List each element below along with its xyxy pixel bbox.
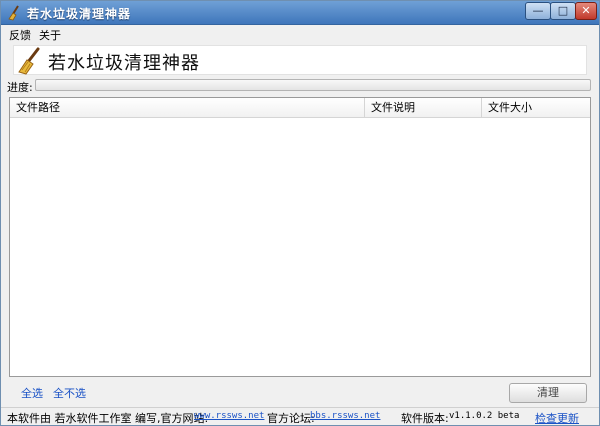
menu-feedback[interactable]: 反馈 (9, 27, 31, 43)
list-header: 文件路径 文件说明 文件大小 (10, 98, 590, 118)
minimize-button[interactable]: — (525, 2, 551, 20)
forum-label: 官方论坛: (267, 412, 315, 425)
broom-logo-icon (18, 47, 40, 75)
author-text: 本软件由 若水软件工作室 编写,官方网站: (7, 412, 209, 425)
progress-label: 进度: (7, 81, 33, 94)
forum-link[interactable]: bbs.rssws.net (310, 411, 380, 421)
version-value: v1.1.0.2 beta (449, 411, 520, 421)
app-window: 若水垃圾清理神器 — □ ✕ 反馈 关于 若水垃圾清理神器 进度: 文件路径 文… (0, 0, 600, 426)
maximize-button[interactable]: □ (550, 2, 576, 20)
file-list[interactable]: 文件路径 文件说明 文件大小 (9, 97, 591, 377)
progress-bar (35, 79, 591, 91)
select-none-link[interactable]: 全不选 (53, 385, 86, 401)
column-file-size[interactable]: 文件大小 (482, 98, 590, 118)
close-button[interactable]: ✕ (575, 2, 597, 20)
window-title: 若水垃圾清理神器 (27, 7, 132, 21)
status-bar: 本软件由 若水软件工作室 编写,官方网站: www.rssws.net 官方论坛… (1, 407, 599, 425)
menu-bar: 反馈 关于 (1, 25, 599, 43)
column-file-path[interactable]: 文件路径 (10, 98, 365, 118)
menu-about[interactable]: 关于 (39, 27, 61, 43)
check-update-link[interactable]: 检查更新 (535, 410, 579, 426)
clean-button[interactable]: 清理 (509, 383, 587, 403)
select-all-link[interactable]: 全选 (21, 385, 43, 401)
banner-title: 若水垃圾清理神器 (48, 53, 200, 74)
title-bar[interactable]: 若水垃圾清理神器 — □ ✕ (1, 1, 599, 25)
website-link[interactable]: www.rssws.net (194, 411, 264, 421)
broom-icon (8, 5, 19, 21)
version-label: 软件版本: (401, 412, 449, 425)
header-banner: 若水垃圾清理神器 (13, 45, 587, 75)
column-file-description[interactable]: 文件说明 (365, 98, 482, 118)
